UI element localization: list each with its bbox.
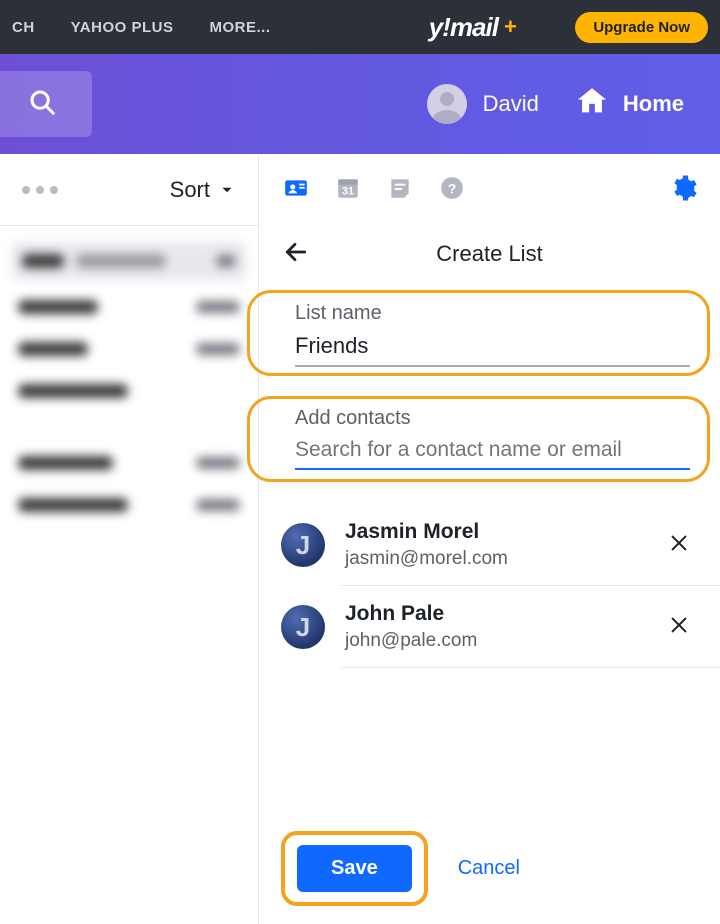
chevron-down-icon	[218, 181, 236, 199]
logo-plus-icon: +	[504, 14, 517, 40]
cancel-button[interactable]: Cancel	[458, 857, 520, 880]
message-list-column: Sort	[0, 154, 258, 924]
contact-email: john@pale.com	[345, 630, 477, 652]
search-icon	[27, 87, 57, 122]
contact-name: John Pale	[345, 602, 477, 626]
topbar-nav: CH YAHOO PLUS MORE...	[12, 19, 271, 36]
remove-contact-button[interactable]	[668, 532, 690, 559]
add-contacts-label: Add contacts	[295, 407, 690, 430]
header-bar: David Home	[0, 54, 720, 154]
help-icon[interactable]: ?	[439, 175, 465, 206]
contact-avatar: J	[281, 605, 325, 649]
contact-row: J John Pale john@pale.com	[259, 586, 720, 668]
more-icon[interactable]	[22, 186, 58, 194]
avatar-icon	[427, 84, 467, 124]
contact-search-input[interactable]	[295, 436, 690, 470]
highlight-save: Save	[281, 831, 428, 906]
account-menu[interactable]: David	[427, 84, 539, 124]
search-box[interactable]	[0, 71, 92, 137]
logo-text: y!mail	[429, 12, 498, 43]
main: Sort 31 ?	[0, 154, 720, 924]
list-name-field: List name	[259, 298, 720, 367]
nav-item[interactable]: MORE...	[209, 19, 270, 36]
contact-row: J Jasmin Morel jasmin@morel.com	[259, 504, 720, 586]
close-icon	[668, 532, 690, 554]
create-list-panel: 31 ? Create List List name	[258, 154, 720, 924]
user-name: David	[483, 91, 539, 117]
notes-icon[interactable]	[387, 175, 413, 206]
list-name-input[interactable]	[295, 331, 690, 367]
blurred-message-list	[0, 226, 258, 526]
settings-icon[interactable]	[668, 173, 698, 208]
sort-button[interactable]: Sort	[170, 177, 236, 203]
list-name-label: List name	[295, 302, 690, 325]
upgrade-now-button[interactable]: Upgrade Now	[575, 12, 708, 43]
close-icon	[668, 614, 690, 636]
panel-footer: Save Cancel	[259, 817, 720, 924]
save-button[interactable]: Save	[297, 845, 412, 892]
contact-email: jasmin@morel.com	[345, 548, 508, 570]
selected-contacts: J Jasmin Morel jasmin@morel.com J John P…	[259, 504, 720, 668]
list-toolbar: Sort	[0, 154, 258, 226]
panel-title: Create List	[259, 241, 720, 267]
sort-label: Sort	[170, 177, 210, 203]
svg-text:?: ?	[448, 180, 457, 196]
mail-plus-logo: y!mail +	[429, 12, 518, 43]
svg-text:31: 31	[342, 185, 354, 197]
contacts-icon[interactable]	[283, 175, 309, 206]
home-icon	[575, 84, 609, 124]
remove-contact-button[interactable]	[668, 614, 690, 641]
panel-header: Create List	[259, 226, 720, 282]
add-contacts-field: Add contacts	[259, 403, 720, 470]
panel-toolbar: 31 ?	[259, 154, 720, 226]
home-label: Home	[623, 91, 684, 117]
contact-avatar: J	[281, 523, 325, 567]
panel-content: List name Add contacts J Jasmin Morel ja…	[259, 282, 720, 817]
top-bar: CH YAHOO PLUS MORE... y!mail + Upgrade N…	[0, 0, 720, 54]
home-link[interactable]: Home	[575, 84, 684, 124]
nav-item[interactable]: CH	[12, 19, 35, 36]
nav-item[interactable]: YAHOO PLUS	[71, 19, 174, 36]
back-arrow-icon[interactable]	[283, 239, 309, 270]
calendar-icon[interactable]: 31	[335, 175, 361, 206]
contact-name: Jasmin Morel	[345, 520, 508, 544]
